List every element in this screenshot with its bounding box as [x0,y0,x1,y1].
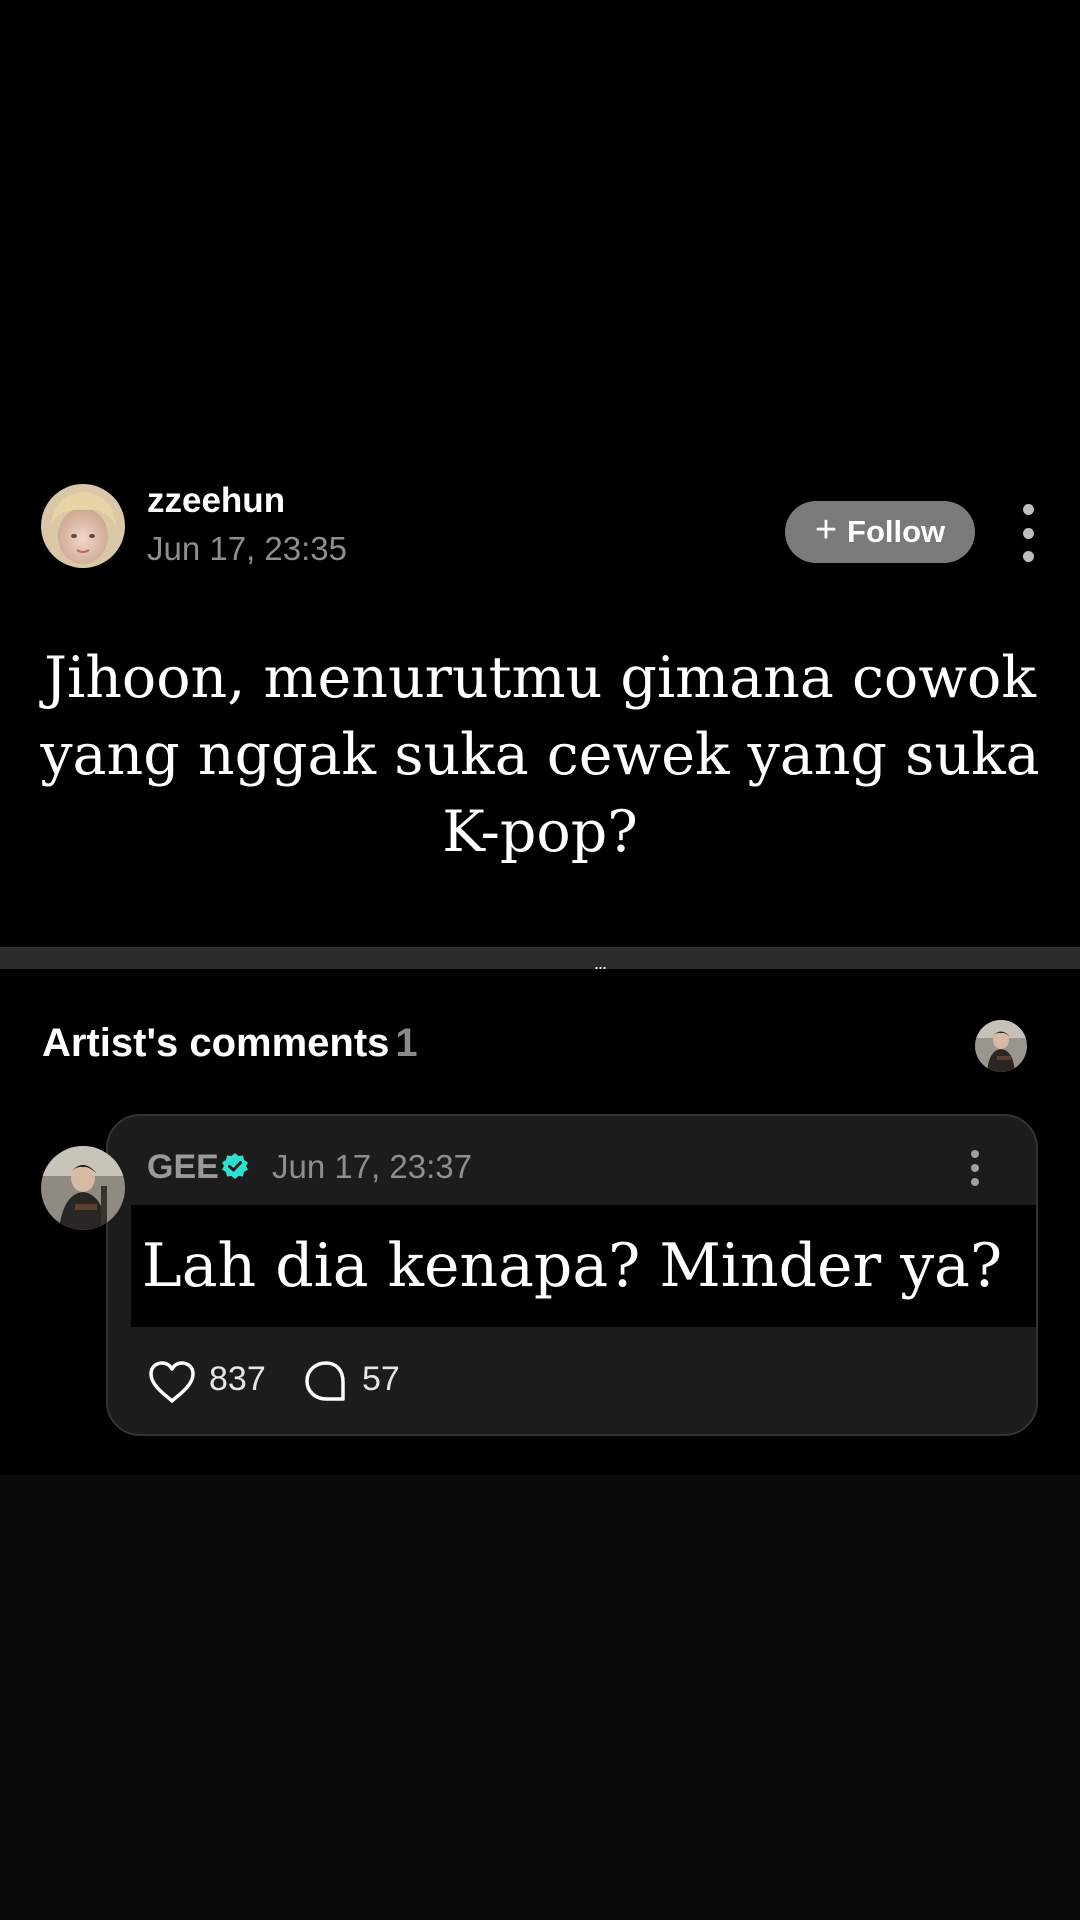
artist-comments-count: 1 [395,1021,418,1065]
comment-more-options-icon[interactable] [968,1150,982,1186]
more-options-icon[interactable] [1012,504,1044,562]
plus-icon: + [814,509,838,551]
comment-timestamp: Jun 17, 23:37 [272,1148,472,1185]
comment-author-name[interactable]: GEE [147,1148,219,1187]
avatar-photo-icon [41,1146,125,1230]
empty-bottom-area [0,1475,1080,1920]
divider-ellipsis: ... [594,953,607,973]
post-timestamp: Jun 17, 23:35 [147,530,347,567]
comment-author-avatar[interactable] [41,1146,125,1230]
verified-badge-icon [221,1152,249,1180]
post-author-avatar[interactable] [41,484,125,568]
avatar-photo-icon [975,1020,1027,1072]
follow-button[interactable]: + Follow [785,501,975,563]
section-divider [0,947,1080,969]
heart-icon[interactable] [147,1359,197,1405]
comment-text: Lah dia kenapa? Minder ya? [141,1231,1003,1301]
artist-comments-header: Artist's comments 1 [42,1021,418,1066]
like-count: 837 [209,1360,266,1398]
artist-avatar-small[interactable] [975,1020,1027,1072]
post-author-username[interactable]: zzeehun [147,481,285,521]
follow-label: Follow [847,514,946,549]
reply-bubble-icon[interactable] [302,1358,350,1406]
reply-count: 57 [362,1360,400,1398]
artist-comments-title: Artist's comments [42,1021,390,1065]
post-question-text: Jihoon, menurutmu gimana cowok yang ngga… [40,645,1040,865]
avatar-photo-icon [41,484,125,568]
